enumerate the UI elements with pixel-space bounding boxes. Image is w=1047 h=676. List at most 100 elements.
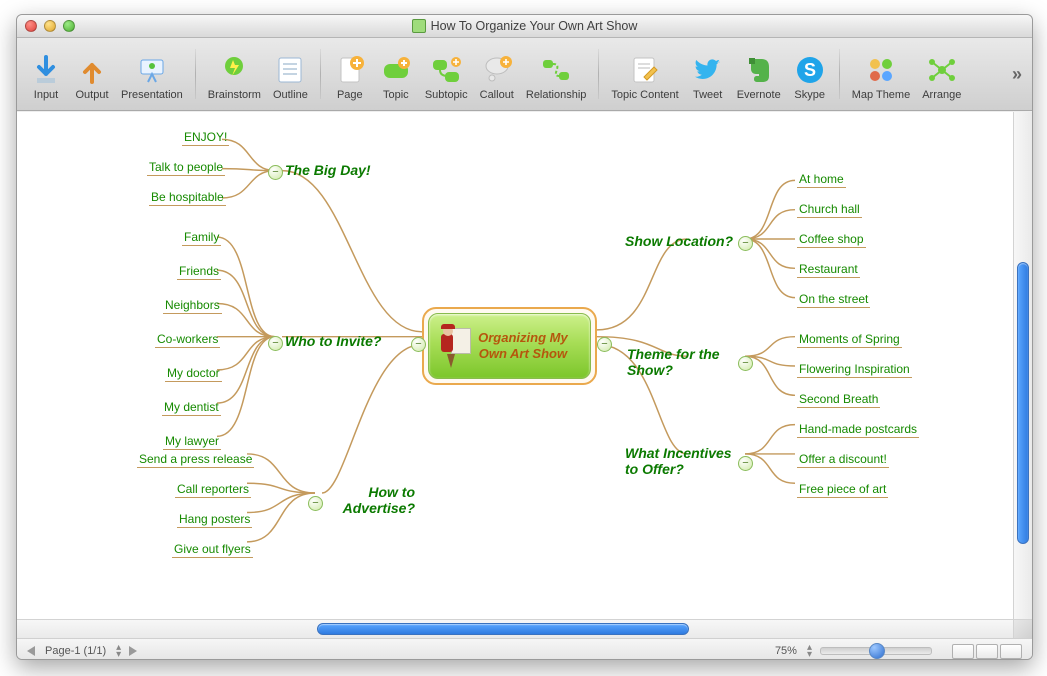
toolbar-callout-button[interactable]: Callout [474, 41, 520, 107]
collapse-toggle[interactable]: − [268, 165, 283, 180]
leaf-node[interactable]: Free piece of art [797, 482, 888, 498]
toolbar-arrange-button[interactable]: Arrange [916, 41, 967, 107]
window-zoom-button[interactable] [63, 20, 75, 32]
collapse-toggle[interactable]: − [738, 356, 753, 371]
leaf-node[interactable]: Hand-made postcards [797, 422, 919, 438]
leaf-node[interactable]: Call reporters [175, 482, 251, 498]
toolbar-item-label: Map Theme [852, 89, 911, 101]
branch-theme[interactable]: Theme for the Show? [627, 346, 737, 378]
leaf-node[interactable]: Restaurant [797, 262, 860, 278]
leaf-node[interactable]: Moments of Spring [797, 332, 902, 348]
toolbar-topic-content-button[interactable]: Topic Content [605, 41, 684, 107]
window-close-button[interactable] [25, 20, 37, 32]
toolbar-item-label: Presentation [121, 89, 183, 101]
central-topic[interactable]: Organizing My Own Art Show [422, 307, 597, 385]
page-prev-button[interactable] [27, 646, 35, 656]
zoom-stepper[interactable]: ▴▾ [807, 644, 810, 658]
scrollbar-thumb[interactable] [1017, 262, 1029, 544]
toolbar-item-label: Input [34, 89, 58, 101]
canvas-area: Organizing My Own Art Show − − The Big D… [17, 111, 1032, 639]
toolbar-relationship-button[interactable]: Relationship [520, 41, 593, 107]
toolbar-item-label: Subtopic [425, 89, 468, 101]
branch-incentives[interactable]: What Incentives to Offer? [625, 445, 745, 477]
toolbar-separator [598, 49, 599, 99]
status-bar: Page-1 (1/1) ▴▾ 75% ▴▾ [17, 639, 1032, 660]
leaf-node[interactable]: Second Breath [797, 392, 880, 408]
leaf-node[interactable]: Talk to people [147, 160, 225, 176]
toolbar-subtopic-button[interactable]: Subtopic [419, 41, 474, 107]
leaf-node[interactable]: Give out flyers [172, 542, 253, 558]
branch-who-invite[interactable]: Who to Invite? [285, 333, 381, 349]
toolbar-separator [320, 49, 321, 99]
leaf-node[interactable]: Offer a discount! [797, 452, 889, 468]
lightning-icon [218, 54, 250, 86]
toolbar-item-label: Topic [383, 89, 409, 101]
toolbar-item-label: Evernote [737, 89, 781, 101]
toolbar-presentation-button[interactable]: Presentation [115, 41, 189, 107]
collapse-toggle[interactable]: − [738, 456, 753, 471]
scrollbar-thumb[interactable] [317, 623, 689, 635]
leaf-node[interactable]: Hang posters [177, 512, 252, 528]
toolbar-outline-button[interactable]: Outline [267, 41, 314, 107]
view-mode-2-button[interactable] [976, 644, 998, 659]
leaf-node[interactable]: At home [797, 172, 846, 188]
document-icon [412, 19, 426, 33]
toolbar-tweet-button[interactable]: Tweet [685, 41, 731, 107]
toolbar-item-label: Arrange [922, 89, 961, 101]
toolbar-page-button[interactable]: Page [327, 41, 373, 107]
zoom-slider[interactable] [820, 647, 932, 655]
leaf-node[interactable]: Flowering Inspiration [797, 362, 912, 378]
toolbar-brainstorm-button[interactable]: Brainstorm [202, 41, 267, 107]
leaf-node[interactable]: Family [182, 230, 221, 246]
branch-advertise[interactable]: How to Advertise? [325, 484, 415, 516]
resize-corner[interactable] [1013, 619, 1032, 638]
leaf-node[interactable]: ENJOY! [182, 130, 229, 146]
toolbar-input-button[interactable]: Input [23, 41, 69, 107]
toolbar-item-label: Page [337, 89, 363, 101]
view-mode-1-button[interactable] [952, 644, 974, 659]
page-stepper[interactable]: ▴▾ [116, 644, 119, 658]
leaf-node[interactable]: My dentist [162, 400, 221, 416]
leaf-node[interactable]: Neighbors [163, 298, 222, 314]
arrow-up-icon [76, 54, 108, 86]
app-window: How To Organize Your Own Art Show Input … [16, 14, 1033, 660]
toolbar: Input Output Presentation Brainstorm Out… [17, 38, 1032, 111]
mindmap-canvas[interactable]: Organizing My Own Art Show − − The Big D… [17, 112, 1014, 620]
toolbar-evernote-button[interactable]: Evernote [731, 41, 787, 107]
vertical-scrollbar[interactable] [1013, 112, 1032, 620]
toolbar-output-button[interactable]: Output [69, 41, 115, 107]
skype-icon: S [794, 54, 826, 86]
page-next-button[interactable] [129, 646, 137, 656]
collapse-toggle[interactable]: − [411, 337, 426, 352]
leaf-node[interactable]: Coffee shop [797, 232, 866, 248]
collapse-toggle[interactable]: − [268, 336, 283, 351]
svg-text:S: S [804, 60, 816, 80]
leaf-node[interactable]: Be hospitable [149, 190, 226, 206]
leaf-node[interactable]: On the street [797, 292, 870, 308]
branch-big-day[interactable]: The Big Day! [285, 162, 371, 178]
branch-location[interactable]: Show Location? [625, 233, 733, 249]
toolbar-map-theme-button[interactable]: Map Theme [846, 41, 917, 107]
leaf-node[interactable]: My doctor [165, 366, 222, 382]
collapse-toggle[interactable]: − [308, 496, 323, 511]
arrow-down-icon [30, 54, 62, 86]
collapse-toggle[interactable]: − [597, 337, 612, 352]
horizontal-scrollbar[interactable] [17, 619, 1014, 638]
leaf-node[interactable]: Friends [177, 264, 221, 280]
twitter-icon [692, 54, 724, 86]
leaf-node[interactable]: Co-workers [155, 332, 220, 348]
toolbar-skype-button[interactable]: S Skype [787, 41, 833, 107]
leaf-node[interactable]: My lawyer [163, 434, 221, 450]
window-minimize-button[interactable] [44, 20, 56, 32]
collapse-toggle[interactable]: − [738, 236, 753, 251]
page-add-icon [334, 54, 366, 86]
toolbar-overflow-button[interactable]: » [1008, 58, 1026, 90]
leaf-node[interactable]: Send a press release [137, 452, 254, 468]
leaf-node[interactable]: Church hall [797, 202, 862, 218]
view-mode-3-button[interactable] [1000, 644, 1022, 659]
toolbar-topic-button[interactable]: Topic [373, 41, 419, 107]
artist-icon [439, 324, 458, 368]
subtopic-icon [430, 54, 462, 86]
slider-knob[interactable] [869, 643, 885, 659]
page-indicator: Page-1 (1/1) [45, 645, 106, 657]
